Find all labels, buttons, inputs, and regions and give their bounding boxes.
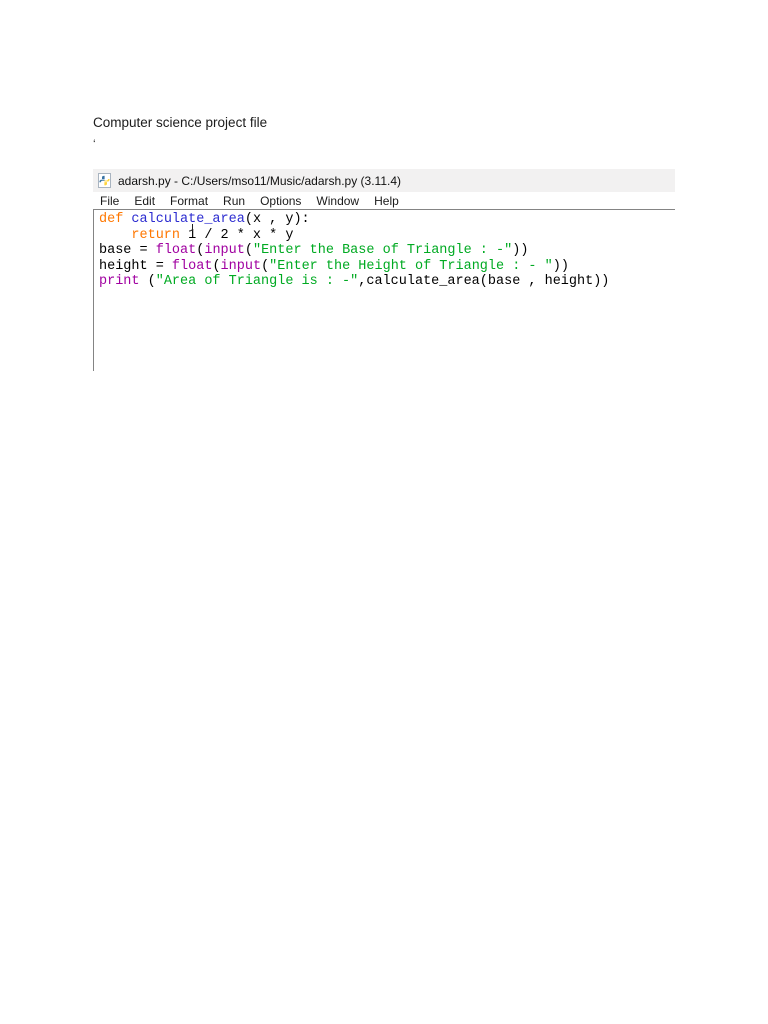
- stray-quote-mark: ‘: [93, 137, 96, 151]
- menu-item-format[interactable]: Format: [170, 194, 208, 208]
- code-area: def calculate_area(x , y): return 1 / 2 …: [99, 212, 675, 290]
- code-token-builtin: print: [99, 274, 140, 289]
- menu-item-window[interactable]: Window: [316, 194, 359, 208]
- window-titlebar: adarsh.py - C:/Users/mso11/Music/adarsh.…: [93, 169, 675, 192]
- code-token-keyword: def: [99, 212, 124, 227]
- menu-item-help[interactable]: Help: [374, 194, 399, 208]
- code-token-plain: 1 / 2 * x * y: [180, 227, 294, 243]
- code-token-plain: base =: [99, 243, 156, 258]
- code-line: return 1 / 2 * x * y: [99, 228, 675, 244]
- menu-item-file[interactable]: File: [100, 194, 119, 208]
- python-file-icon: [98, 173, 111, 188]
- document-heading: Computer science project file: [93, 115, 268, 130]
- code-token-builtin: input: [220, 258, 262, 274]
- code-line: print ("Area of Triangle is : -",calcula…: [99, 274, 675, 290]
- code-token-plain: )): [552, 258, 569, 274]
- code-token-plain: (: [139, 274, 156, 289]
- code-token-plain: (: [261, 258, 270, 274]
- code-token-string: "Enter the Height of Triangle : - ": [269, 258, 553, 274]
- code-line: base = float(input("Enter the Base of Tr…: [99, 243, 675, 259]
- code-editor[interactable]: def calculate_area(x , y): return 1 / 2 …: [93, 209, 675, 371]
- code-token-plain: )): [512, 243, 529, 258]
- menu-item-run[interactable]: Run: [223, 194, 245, 208]
- code-token-plain: height =: [99, 258, 172, 274]
- code-token-builtin: input: [204, 243, 245, 258]
- window-title: adarsh.py - C:/Users/mso11/Music/adarsh.…: [118, 173, 401, 188]
- menu-bar: File Edit Format Run Options Window Help: [93, 192, 675, 209]
- code-token-builtin: float: [171, 258, 213, 274]
- code-token-string: "Area of Triangle is : -": [155, 274, 359, 289]
- code-token-keyword: return: [131, 227, 181, 243]
- code-line: def calculate_area(x , y):: [99, 212, 675, 228]
- code-token-string: "Enter the Base of Triangle : -": [252, 243, 513, 258]
- code-token-plain: ,calculate_area(base , height)): [358, 274, 610, 289]
- code-token-builtin: float: [155, 243, 197, 258]
- text-cursor: [192, 224, 193, 231]
- code-token-plain: (x , y):: [244, 212, 310, 227]
- document-page: Computer science project file ‘ adarsh.p…: [0, 0, 768, 1024]
- code-token-plain: (: [244, 243, 253, 258]
- code-token-definition: calculate_area: [131, 212, 245, 227]
- idle-editor-window: adarsh.py - C:/Users/mso11/Music/adarsh.…: [93, 169, 675, 371]
- menu-item-options[interactable]: Options: [260, 194, 301, 208]
- code-token-plain: (: [212, 258, 221, 274]
- code-line: height = float(input("Enter the Height o…: [99, 259, 675, 275]
- menu-item-edit[interactable]: Edit: [134, 194, 155, 208]
